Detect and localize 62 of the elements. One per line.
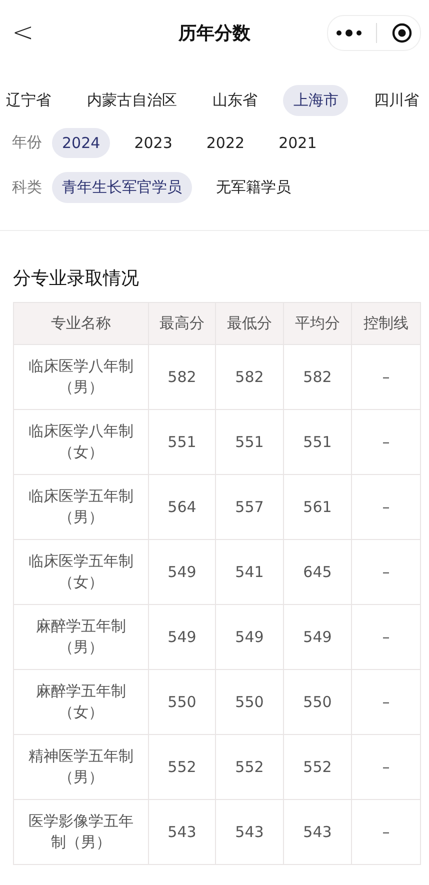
table-cell: 麻醉学五年制（男）: [14, 605, 148, 669]
table-cell: 549: [149, 540, 215, 604]
table-cell: –: [352, 475, 420, 539]
table-cell: 临床医学八年制（女）: [14, 410, 148, 474]
page-title: 历年分数: [177, 22, 252, 45]
province-tab[interactable]: 上海市: [283, 85, 348, 116]
filter-option[interactable]: 2022: [196, 128, 255, 158]
table-cell: 582: [284, 345, 351, 409]
section-title: 分专业录取情况: [12, 267, 140, 291]
table-cell: 582: [216, 345, 283, 409]
table-cell: 麻醉学五年制（女）: [14, 670, 148, 734]
table-cell: 551: [149, 410, 215, 474]
table-cell: 精神医学五年制（男）: [14, 735, 148, 799]
table-cell: 564: [149, 475, 215, 539]
table-cell: –: [352, 735, 420, 799]
table-cell: 550: [284, 670, 351, 734]
table-cell: 551: [284, 410, 351, 474]
table-cell: 561: [284, 475, 351, 539]
filter-option[interactable]: 无军籍学员: [206, 172, 301, 203]
table-cell: 550: [216, 670, 283, 734]
table-cell: 临床医学五年制（男）: [14, 475, 148, 539]
table-cell: 549: [216, 605, 283, 669]
province-tab[interactable]: 辽宁省: [0, 85, 61, 116]
table-cell: 543: [284, 800, 351, 864]
table-cell: 543: [216, 800, 283, 864]
table-cell: –: [352, 410, 420, 474]
table-cell: –: [352, 605, 420, 669]
table-cell: 645: [284, 540, 351, 604]
column-header: 控制线: [352, 303, 420, 344]
column-header: 专业名称: [14, 303, 148, 344]
filter-option[interactable]: 青年生长军官学员: [52, 172, 192, 203]
table-cell: 552: [284, 735, 351, 799]
table-cell: 550: [149, 670, 215, 734]
table-cell: 551: [216, 410, 283, 474]
filter-option[interactable]: 2024: [52, 128, 110, 158]
filter-option[interactable]: 2021: [268, 128, 327, 158]
back-button[interactable]: <: [12, 18, 34, 48]
table-cell: 582: [149, 345, 215, 409]
table-cell: 549: [284, 605, 351, 669]
table-cell: 549: [149, 605, 215, 669]
table-cell: 医学影像学五年制（男）: [14, 800, 148, 864]
filter-label: 年份: [12, 133, 42, 152]
column-header: 平均分: [284, 303, 351, 344]
filter-label: 科类: [12, 178, 42, 197]
province-tab[interactable]: 内蒙古自治区: [76, 85, 187, 116]
table-cell: 临床医学八年制（男）: [14, 345, 148, 409]
table-cell: –: [352, 800, 420, 864]
table-cell: –: [352, 670, 420, 734]
table-cell: 541: [216, 540, 283, 604]
column-header: 最高分: [149, 303, 215, 344]
province-tab[interactable]: 四川省: [364, 85, 429, 116]
province-tab[interactable]: 山东省: [202, 85, 268, 116]
more-icon[interactable]: [334, 29, 363, 37]
table-cell: –: [352, 540, 420, 604]
table-cell: 552: [149, 735, 215, 799]
table-cell: 552: [216, 735, 283, 799]
table-cell: 543: [149, 800, 215, 864]
column-header: 最低分: [216, 303, 283, 344]
table-cell: 557: [216, 475, 283, 539]
table-cell: 临床医学五年制（女）: [14, 540, 148, 604]
filter-option[interactable]: 2023: [124, 128, 182, 158]
table-cell: –: [352, 345, 420, 409]
